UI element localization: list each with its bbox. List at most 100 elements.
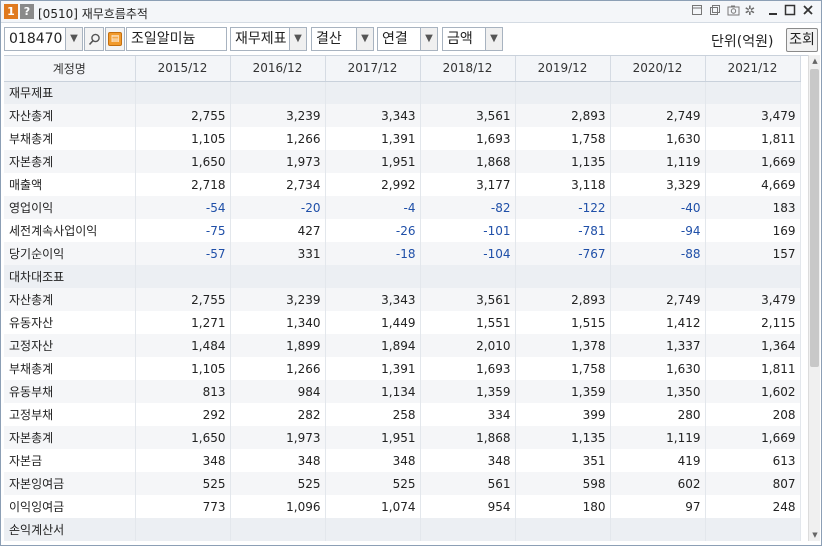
section-label: 대차대조표 bbox=[4, 265, 136, 288]
table-row[interactable]: 자산총계 2,755 3,239 3,343 3,561 2,893 2,749 3,479 bbox=[4, 104, 801, 127]
table-row[interactable]: 자본잉여금 525 525 525 561 598 602 807 bbox=[4, 472, 801, 495]
value-cell: 1,337 bbox=[610, 334, 706, 357]
value-cell: 3,239 bbox=[230, 288, 326, 311]
table-row[interactable]: 부채총계 1,105 1,266 1,391 1,693 1,758 1,630 1,811 bbox=[4, 357, 801, 380]
value-cell bbox=[135, 518, 231, 541]
account-name-cell: 자본금 bbox=[4, 449, 136, 472]
table-row[interactable]: 자본총계 1,650 1,973 1,951 1,868 1,135 1,119 1,669 bbox=[4, 426, 801, 449]
column-header[interactable]: 계정명 bbox=[4, 56, 136, 82]
table-row[interactable]: 자본금 348 348 348 348 351 419 613 bbox=[4, 449, 801, 472]
value-type-select[interactable]: 금액 bbox=[442, 27, 486, 51]
section-row[interactable]: 재무제표 bbox=[4, 81, 801, 104]
maximize-icon[interactable] bbox=[782, 4, 798, 19]
column-header[interactable]: 2017/12 bbox=[325, 56, 421, 82]
value-cell: 1,105 bbox=[135, 357, 231, 380]
minimize-icon[interactable] bbox=[765, 4, 781, 19]
close-icon[interactable] bbox=[800, 4, 816, 19]
consolidation-select[interactable]: 연결 bbox=[377, 27, 421, 51]
period-type-select[interactable]: 결산 bbox=[311, 27, 357, 51]
table-row[interactable]: 세전계속사업이익 -75 427 -26 -101 -781 -94 169 bbox=[4, 219, 801, 242]
scroll-down-icon[interactable]: ▼ bbox=[809, 529, 821, 541]
value-cell: 419 bbox=[610, 449, 706, 472]
scroll-up-icon[interactable]: ▲ bbox=[809, 55, 821, 67]
value-cell: 2,749 bbox=[610, 104, 706, 127]
statement-type-select[interactable]: 재무제표 bbox=[230, 27, 290, 51]
stock-code-input[interactable]: 018470 bbox=[4, 27, 66, 51]
chevron-down-icon: ▼ bbox=[294, 33, 302, 44]
value-cell bbox=[705, 518, 801, 541]
unit-label: 단위(억원) bbox=[711, 34, 774, 50]
value-cell bbox=[420, 81, 516, 104]
value-cell: 1,134 bbox=[325, 380, 421, 403]
account-name-cell: 영업이익 bbox=[4, 196, 136, 219]
value-cell: 2,755 bbox=[135, 288, 231, 311]
statement-type-dropdown[interactable]: ▼ bbox=[289, 27, 307, 51]
table-row[interactable]: 매출액 2,718 2,734 2,992 3,177 3,118 3,329 4,669 bbox=[4, 173, 801, 196]
account-name-cell: 부채총계 bbox=[4, 357, 136, 380]
column-header[interactable]: 2021/12 bbox=[705, 56, 801, 82]
financial-flow-window: 1 ? [0510] 재무흐름추적 ✲ 018470 ▼ ▤ 조일알미늄 재무제… bbox=[0, 0, 822, 546]
table-row[interactable]: 당기순이익 -57 331 -18 -104 -767 -88 157 bbox=[4, 242, 801, 265]
company-name-field: 조일알미늄 bbox=[126, 27, 227, 51]
query-button[interactable]: 조회 bbox=[786, 28, 818, 52]
value-cell: 525 bbox=[135, 472, 231, 495]
value-cell: 348 bbox=[325, 449, 421, 472]
table-row[interactable]: 부채총계 1,105 1,266 1,391 1,693 1,758 1,630 1,811 bbox=[4, 127, 801, 150]
value-cell: 1,669 bbox=[705, 150, 801, 173]
value-cell bbox=[420, 265, 516, 288]
table-row[interactable]: 유동자산 1,271 1,340 1,449 1,551 1,515 1,412 2,115 bbox=[4, 311, 801, 334]
value-cell: -94 bbox=[610, 219, 706, 242]
value-cell: 1,602 bbox=[705, 380, 801, 403]
value-cell: 2,718 bbox=[135, 173, 231, 196]
value-cell: 773 bbox=[135, 495, 231, 518]
camera-icon[interactable] bbox=[725, 4, 741, 19]
calendar-button[interactable]: ▤ bbox=[105, 27, 125, 51]
table-row[interactable]: 자본총계 1,650 1,973 1,951 1,868 1,135 1,119 1,669 bbox=[4, 150, 801, 173]
financial-table: 계정명 2015/12 2016/12 2017/12 2018/12 2019… bbox=[4, 56, 801, 541]
value-cell: 4,669 bbox=[705, 173, 801, 196]
table-row[interactable]: 영업이익 -54 -20 -4 -82 -122 -40 183 bbox=[4, 196, 801, 219]
screen-number-badge[interactable]: 1 bbox=[4, 4, 18, 19]
section-row[interactable]: 대차대조표 bbox=[4, 265, 801, 288]
column-header[interactable]: 2019/12 bbox=[515, 56, 611, 82]
section-row[interactable]: 손익계산서 bbox=[4, 518, 801, 541]
value-cell: 1,119 bbox=[610, 150, 706, 173]
help-badge[interactable]: ? bbox=[20, 4, 34, 19]
value-cell: 1,449 bbox=[325, 311, 421, 334]
settings-gear-icon[interactable]: ✲ bbox=[742, 4, 758, 19]
value-cell: 258 bbox=[325, 403, 421, 426]
column-header[interactable]: 2018/12 bbox=[420, 56, 516, 82]
value-cell: 427 bbox=[230, 219, 326, 242]
period-type-dropdown[interactable]: ▼ bbox=[356, 27, 374, 51]
value-cell: 1,630 bbox=[610, 127, 706, 150]
value-cell: -88 bbox=[610, 242, 706, 265]
value-cell: 561 bbox=[420, 472, 516, 495]
stock-code-dropdown[interactable]: ▼ bbox=[65, 27, 83, 51]
value-cell: 348 bbox=[230, 449, 326, 472]
account-name-cell: 유동자산 bbox=[4, 311, 136, 334]
value-cell: 1,105 bbox=[135, 127, 231, 150]
account-name-cell: 당기순이익 bbox=[4, 242, 136, 265]
table-row[interactable]: 고정자산 1,484 1,899 1,894 2,010 1,378 1,337 1,364 bbox=[4, 334, 801, 357]
vertical-scrollbar[interactable]: ▲ ▼ bbox=[808, 55, 820, 541]
value-cell: 1,359 bbox=[515, 380, 611, 403]
value-cell: 1,359 bbox=[420, 380, 516, 403]
consolidation-dropdown[interactable]: ▼ bbox=[420, 27, 438, 51]
new-window-icon[interactable] bbox=[689, 4, 705, 19]
value-cell: 348 bbox=[420, 449, 516, 472]
account-name-cell: 고정부채 bbox=[4, 403, 136, 426]
table-row[interactable]: 고정부채 292 282 258 334 399 280 208 bbox=[4, 403, 801, 426]
column-header[interactable]: 2016/12 bbox=[230, 56, 326, 82]
search-button[interactable] bbox=[84, 27, 104, 51]
column-header[interactable]: 2015/12 bbox=[135, 56, 231, 82]
value-cell: 3,329 bbox=[610, 173, 706, 196]
copy-window-icon[interactable] bbox=[707, 4, 723, 19]
column-header[interactable]: 2020/12 bbox=[610, 56, 706, 82]
account-name-cell: 자산총계 bbox=[4, 104, 136, 127]
scrollbar-thumb[interactable] bbox=[810, 69, 819, 367]
value-type-dropdown[interactable]: ▼ bbox=[485, 27, 503, 51]
account-name-cell: 부채총계 bbox=[4, 127, 136, 150]
table-row[interactable]: 유동부채 813 984 1,134 1,359 1,359 1,350 1,602 bbox=[4, 380, 801, 403]
table-row[interactable]: 이익잉여금 773 1,096 1,074 954 180 97 248 bbox=[4, 495, 801, 518]
table-row[interactable]: 자산총계 2,755 3,239 3,343 3,561 2,893 2,749 3,479 bbox=[4, 288, 801, 311]
